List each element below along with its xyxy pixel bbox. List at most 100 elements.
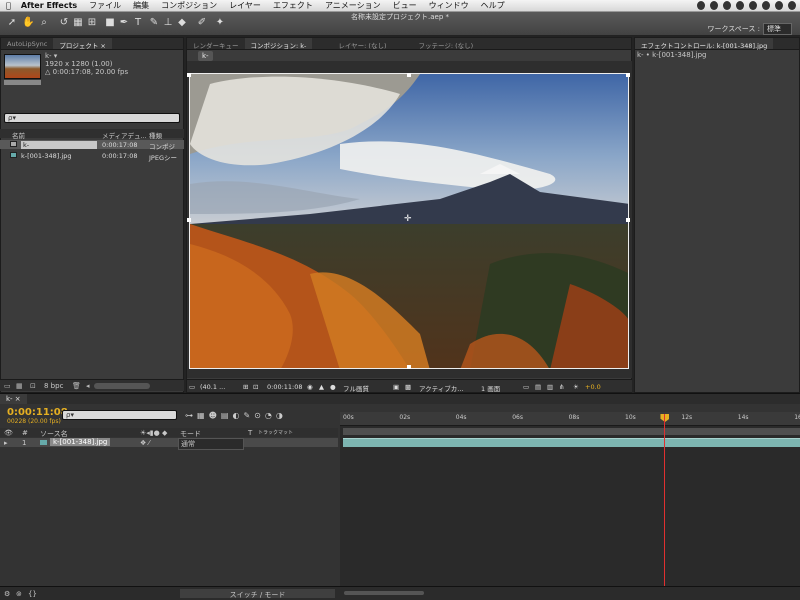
workspace-selector[interactable]: ワークスペース : 標準 [707,23,792,35]
resolution-dropdown[interactable]: フル画質 [343,383,369,393]
scroll-left-icon[interactable]: ◂ [86,382,90,390]
expand-triangle-icon[interactable]: ▸ [4,439,8,447]
brush-tool-icon[interactable]: ✎ [148,17,160,29]
grid-icon[interactable]: ⊞ [243,383,248,391]
eraser-tool-icon[interactable]: ◆ [176,17,188,29]
motion-blur-icon[interactable]: ◐ [232,411,243,420]
menu-view[interactable]: ビュー [387,0,423,11]
layer-row[interactable]: ▸ 1 k-[001-348].jpg ❖ ⁄ 通常 [0,438,338,450]
auto-keyframe-icon[interactable]: ◔ [265,411,276,420]
toggle-inout-icon[interactable]: {} [28,590,37,598]
channel-icon[interactable]: ● [330,383,336,391]
tab-render-queue[interactable]: レンダーキュー [187,38,245,50]
spotlight-icon[interactable] [788,1,796,10]
toggle-modes-icon[interactable]: ⊚ [16,590,22,598]
workspace-dropdown[interactable]: 標準 [763,23,792,35]
project-search-input[interactable]: ρ▾ [4,113,180,123]
menu-help[interactable]: ヘルプ [475,0,511,11]
snapshot-icon[interactable]: ◉ [307,383,313,391]
clock-icon[interactable] [736,1,744,10]
anchor-point-icon[interactable]: ✛ [404,214,412,224]
comp-mini-flowchart-icon[interactable]: ⊶ [185,411,197,420]
timeline-icon[interactable]: ▥ [547,383,553,391]
always-preview-icon[interactable]: ▭ [189,383,195,391]
handle-tm[interactable] [407,73,411,77]
wifi-icon[interactable] [775,1,783,10]
app-icon[interactable] [723,1,731,10]
av-features-icon[interactable]: 👁 [4,429,13,437]
puppet-tool-icon[interactable]: ✦ [214,17,226,29]
interpret-icon[interactable]: ⊡ [30,382,36,390]
column-media-duration[interactable]: メディアデュ... [102,130,147,140]
stamp-tool-icon[interactable]: ⊥ [162,17,174,29]
frame-blend-icon[interactable]: ▤ [221,411,233,420]
pan-behind-tool-icon[interactable]: ⊞ [86,17,98,29]
tab-timeline-comp[interactable]: k- × [0,394,27,404]
rotate-tool-icon[interactable]: ↺ [58,17,70,29]
viewer-timecode[interactable]: 0:00:11:08 [267,383,303,391]
selection-tool-icon[interactable]: ➚ [6,17,18,29]
draft-3d-icon[interactable]: ▦ [197,411,209,420]
handle-tl[interactable] [187,73,191,77]
horizontal-scrollbar[interactable] [94,383,150,389]
menu-window[interactable]: ウィンドウ [423,0,475,11]
tab-footage[interactable]: フッテージ: (なし) [413,38,480,50]
dropbox-icon[interactable] [697,1,705,10]
handle-ml[interactable] [187,218,191,222]
live-update-icon[interactable]: ◑ [276,411,287,420]
layer-switches[interactable]: ❖ ⁄ [140,439,150,447]
roto-brush-tool-icon[interactable]: ✐ [196,17,208,29]
tab-composition[interactable]: コンポジション: k- [244,38,313,50]
switches-modes-toggle[interactable]: スイッチ / モード [180,589,335,599]
comp-chip[interactable]: k- [198,51,213,61]
sync-icon[interactable] [710,1,718,10]
column-type[interactable]: 種類 [149,130,162,140]
current-time[interactable]: 0:00:11:08 [7,407,68,418]
flowchart-icon[interactable]: ⋔ [559,383,564,391]
exposure-value[interactable]: +0.0 [585,383,601,391]
exposure-icon[interactable]: ☀ [573,383,579,391]
toggle-switches-icon[interactable]: ⚙ [4,590,10,598]
layer-name[interactable]: k-[001-348].jpg [50,438,111,446]
handle-mr[interactable] [626,218,630,222]
mask-icon[interactable]: ⊡ [253,383,258,391]
text-tool-icon[interactable]: T [132,17,144,29]
menu-file[interactable]: ファイル [83,0,127,11]
work-area-bar[interactable] [343,428,800,435]
menu-effect[interactable]: エフェクト [267,0,319,11]
tab-effect-controls[interactable]: エフェクトコントロール: k-[001-348].jpg [635,38,774,50]
camera-tool-icon[interactable]: ▦ [72,17,84,29]
trash-icon[interactable]: 🗑 [72,382,81,390]
tab-autolipsync[interactable]: AutoLipSync [1,38,53,49]
power-icon[interactable] [749,1,757,10]
shy-icon[interactable]: ☻ [209,411,221,420]
menu-composition[interactable]: コンポジション [155,0,223,11]
zoom-slider[interactable] [344,591,424,595]
region-icon[interactable]: ▣ [393,383,399,391]
app-menu[interactable]: After Effects [17,1,83,10]
project-row-comp[interactable]: k- 0:00:17:08 コンポジ [0,140,184,151]
handle-bm[interactable] [407,365,411,369]
tab-project[interactable]: プロジェクト × [53,38,112,50]
camera-dropdown[interactable]: アクティブカ... [419,383,463,393]
hand-tool-icon[interactable]: ✋ [22,17,34,29]
rectangle-tool-icon[interactable]: ■ [104,17,116,29]
graph-editor-icon[interactable]: ⊙ [254,411,265,420]
fast-preview-icon[interactable]: ▤ [535,383,541,391]
timeline-search-input[interactable]: ρ▾ [62,410,177,420]
show-snapshot-icon[interactable]: ▲ [319,383,324,391]
time-ruler[interactable]: 00s 02s 04s 06s 08s 10s 12s 14s 16s [340,412,800,426]
project-row-footage[interactable]: k-[001-348].jpg 0:00:17:08 JPEGシー [0,151,184,162]
menu-edit[interactable]: 編集 [127,0,155,11]
layer-mode-dropdown[interactable]: 通常 [178,438,244,450]
views-dropdown[interactable]: 1 画面 [481,383,500,393]
column-name[interactable]: 名前 [12,130,25,140]
folder-icon[interactable]: ▭ [4,382,11,390]
new-comp-icon[interactable]: ▦ [16,382,23,390]
zoom-tool-icon[interactable]: ⌕ [38,17,50,29]
apple-icon[interactable]:  [0,1,17,10]
handle-tr[interactable] [626,73,630,77]
menu-layer[interactable]: レイヤー [223,0,267,11]
brainstorm-icon[interactable]: ✎ [243,411,254,420]
bpc-label[interactable]: 8 bpc [44,382,63,390]
